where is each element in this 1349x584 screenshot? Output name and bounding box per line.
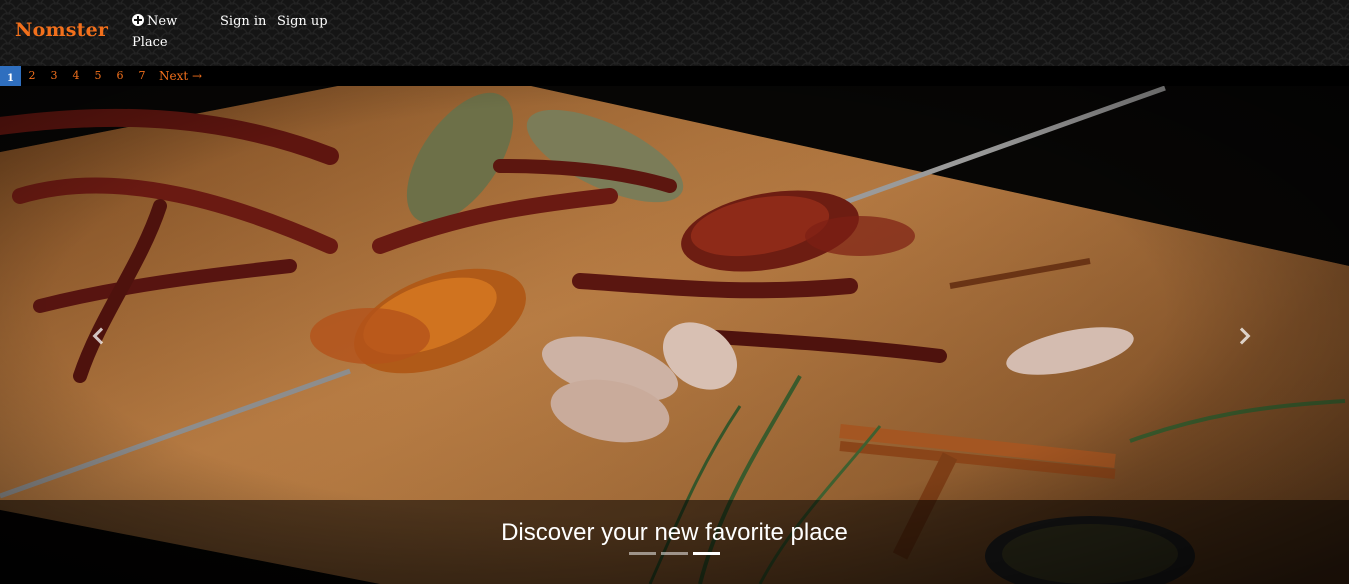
carousel-indicator[interactable] bbox=[629, 552, 656, 555]
carousel-indicator[interactable] bbox=[661, 552, 688, 555]
carousel-indicators bbox=[629, 552, 720, 555]
new-place-link[interactable]: New Place bbox=[132, 11, 202, 53]
plus-circle-icon bbox=[132, 14, 144, 26]
hero-carousel: Discover your new favorite place bbox=[0, 86, 1349, 584]
chevron-right-icon bbox=[1233, 327, 1251, 345]
carousel-next-button[interactable] bbox=[1225, 306, 1265, 366]
sign-in-link[interactable]: Sign in bbox=[220, 11, 266, 32]
chevron-left-icon bbox=[92, 327, 110, 345]
carousel-indicator-active[interactable] bbox=[693, 552, 720, 555]
carousel-caption: Discover your new favorite place bbox=[501, 519, 848, 546]
carousel-prev-button[interactable] bbox=[78, 306, 118, 366]
page-current: 1 bbox=[0, 66, 21, 86]
navbar: Nomster New Place Sign in Sign up bbox=[0, 0, 1349, 66]
sign-up-link[interactable]: Sign up bbox=[277, 11, 328, 32]
pagination: 1 2 3 4 5 6 7 Next → bbox=[0, 66, 202, 86]
brand-logo[interactable]: Nomster bbox=[15, 19, 108, 41]
